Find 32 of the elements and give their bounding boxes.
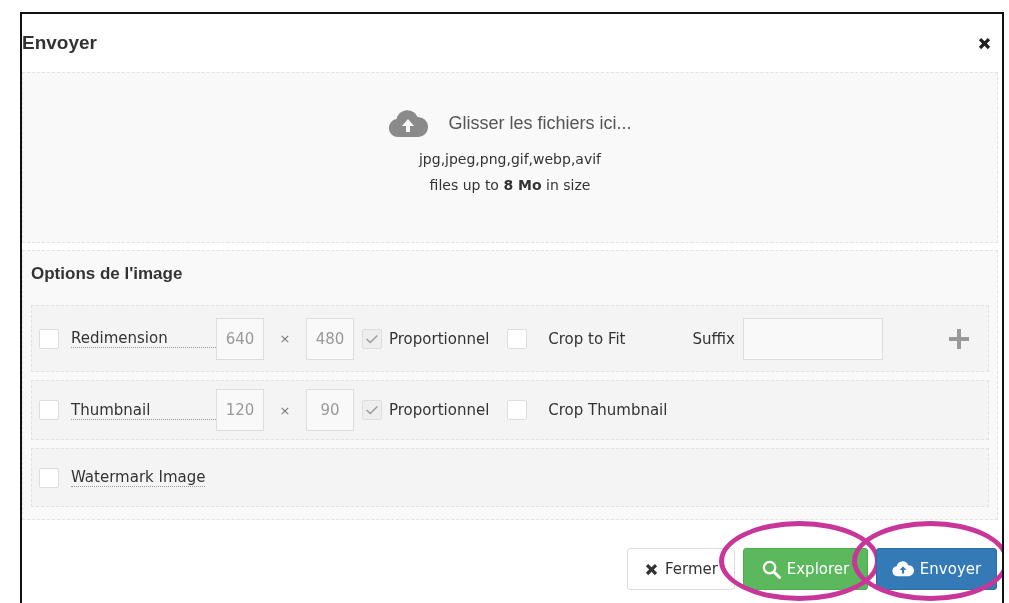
proportional-label: Proportionnel <box>389 329 490 348</box>
size-limit-text: files up to 8 Mo in size <box>429 175 591 195</box>
file-types-text: jpg,jpeg,png,gif,webp,avif <box>418 149 602 169</box>
checkbox[interactable] <box>39 328 59 349</box>
checkbox[interactable] <box>39 400 59 420</box>
width-field[interactable]: 640 <box>216 317 264 360</box>
close-icon <box>644 561 659 577</box>
times-sign: × <box>278 331 292 346</box>
times-sign: × <box>278 402 292 418</box>
height-field[interactable]: 480 <box>306 317 354 360</box>
width-field[interactable]: 120 <box>216 389 264 431</box>
close-button[interactable]: Fermer <box>627 548 735 590</box>
drop-prompt: Glisser les fichiers ici... <box>448 113 632 134</box>
close-icon[interactable] <box>977 35 992 51</box>
search-icon <box>761 559 781 579</box>
crop-label: Crop Thumbnail <box>548 401 668 419</box>
upload-button[interactable]: Envoyer <box>876 548 997 590</box>
dialog-title: Envoyer <box>22 32 97 54</box>
cloud-upload-icon <box>388 109 429 138</box>
suffix-label: Suffix <box>692 329 735 348</box>
plus-icon[interactable] <box>949 328 969 349</box>
option-label: Watermark Image <box>71 468 206 487</box>
checkbox[interactable] <box>507 400 528 420</box>
crop-label: Crop to Fit <box>548 329 626 348</box>
height-field[interactable]: 90 <box>306 389 354 431</box>
options-heading: Options de l'image <box>31 264 183 284</box>
browse-button[interactable]: Explorer <box>743 548 868 590</box>
cloud-upload-icon <box>891 561 914 577</box>
proportional-label: Proportionnel <box>389 401 490 419</box>
checkbox[interactable] <box>39 467 59 488</box>
checkbox[interactable] <box>507 328 528 349</box>
suffix-field[interactable] <box>742 317 883 360</box>
